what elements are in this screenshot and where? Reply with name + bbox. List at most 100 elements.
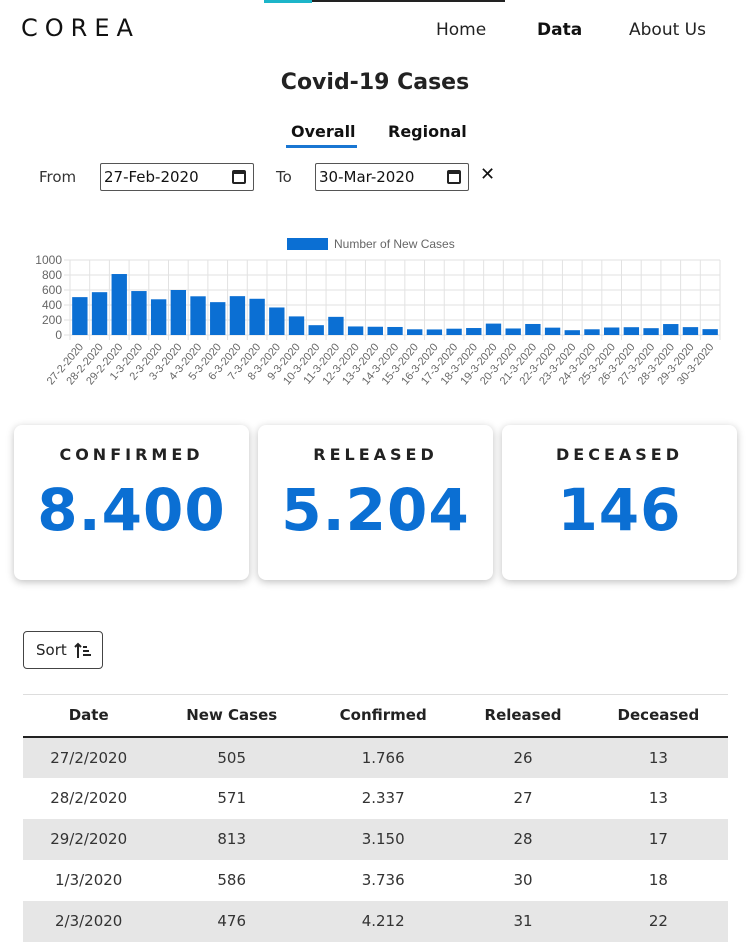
cell-new-cases: 586 (217, 871, 247, 889)
nav-data[interactable]: Data (537, 20, 582, 40)
card-value: 5.204 (281, 476, 470, 544)
bar (702, 329, 718, 335)
cases-table: Date New Cases Confirmed Released Deceas… (23, 694, 728, 942)
table-row: 2/3/2020 476 4.212 31 22 (23, 900, 728, 942)
cell-deceased: 22 (588, 900, 728, 942)
y-tick-label: 200 (42, 313, 62, 327)
nav-home[interactable]: Home (436, 20, 486, 40)
col-released[interactable]: Released (457, 694, 589, 738)
bar (210, 302, 226, 335)
y-tick-label: 400 (42, 298, 62, 312)
bar (328, 316, 344, 335)
bar (308, 325, 324, 335)
cell-deceased: 13 (588, 736, 728, 778)
bar (72, 297, 88, 335)
from-label: From (39, 168, 77, 186)
y-tick-label: 600 (42, 283, 62, 297)
card-released: RELEASED 5.204 (258, 425, 493, 580)
card-label: RELEASED (313, 445, 438, 464)
calendar-icon[interactable] (232, 170, 246, 184)
cell-new-cases: 476 (154, 900, 310, 942)
chart-svg: Number of New Cases0200400600800100027-2… (35, 237, 721, 387)
bar (170, 290, 187, 335)
bar (485, 323, 502, 335)
brand-logo[interactable]: COREA (21, 14, 140, 42)
cell-date: 2/3/2020 (23, 900, 155, 942)
page-title: Covid-19 Cases (280, 70, 470, 95)
tab-regional[interactable]: Regional (388, 122, 467, 145)
bar (347, 326, 364, 335)
table-row: 27/2/2020 505 1.766 26 13 (23, 736, 728, 778)
cell-released: 27 (513, 789, 533, 807)
cell-date: 1/3/2020 (54, 871, 123, 889)
bar (682, 327, 699, 335)
tab-overall[interactable]: Overall (286, 122, 357, 148)
cell-confirmed: 3.150 (309, 818, 458, 860)
sort-icon (74, 642, 91, 658)
legend-swatch (287, 238, 328, 250)
bar (623, 327, 640, 335)
clear-filter-icon[interactable]: ✕ (480, 164, 495, 185)
nav-about-us[interactable]: About Us (629, 20, 706, 40)
bar (367, 326, 383, 335)
bar (446, 328, 462, 335)
card-label: CONFIRMED (59, 445, 204, 464)
cell-released: 26 (457, 736, 589, 778)
cell-confirmed: 4.212 (309, 900, 458, 942)
cell-confirmed: 3.736 (361, 871, 405, 889)
to-date-input[interactable]: 30-Mar-2020 (315, 163, 469, 191)
cell-new-cases: 571 (217, 789, 247, 807)
bar (544, 327, 561, 335)
card-deceased: DECEASED 146 (502, 425, 737, 580)
new-cases-chart: Number of New Cases 0 200 400 600 800 1000 27-2… (0, 225, 750, 405)
cell-date: 28/2/2020 (50, 789, 128, 807)
bar (269, 307, 285, 335)
summary-cards: CONFIRMED 8.400 RELEASED 5.204 DECEASED … (0, 425, 750, 580)
bar (564, 330, 580, 335)
cell-confirmed: 1.766 (309, 736, 458, 778)
bar (663, 324, 679, 335)
cell-deceased: 13 (648, 789, 668, 807)
col-confirmed[interactable]: Confirmed (309, 694, 458, 738)
bar (190, 296, 206, 335)
navbar: COREA Home Data About Us (0, 0, 750, 62)
bar (387, 326, 403, 335)
cell-released: 31 (457, 900, 589, 942)
cell-deceased: 17 (588, 818, 728, 860)
sort-button[interactable]: Sort (23, 631, 103, 669)
col-new-cases[interactable]: New Cases (154, 694, 310, 738)
y-tick-label: 0 (55, 328, 62, 342)
bar (466, 328, 482, 335)
bar (603, 327, 620, 335)
card-confirmed: CONFIRMED 8.400 (14, 425, 249, 580)
col-deceased[interactable]: Deceased (588, 694, 728, 738)
card-value: 8.400 (37, 476, 226, 544)
table-row: 1/3/2020 586 3.736 30 18 (23, 860, 728, 901)
bar (150, 299, 167, 335)
bar (643, 328, 659, 335)
cell-date: 27/2/2020 (23, 736, 155, 778)
calendar-icon[interactable] (447, 170, 461, 184)
to-date-value: 30-Mar-2020 (319, 168, 415, 186)
bar (229, 296, 246, 335)
bar (131, 291, 147, 335)
cell-date: 29/2/2020 (23, 818, 155, 860)
from-date-input[interactable]: 27-Feb-2020 (100, 163, 254, 191)
cell-released: 30 (513, 871, 533, 889)
y-tick-label: 800 (42, 268, 62, 282)
bar (407, 329, 423, 335)
y-tick-label: 1000 (35, 253, 62, 267)
bar (91, 292, 108, 335)
bar (288, 316, 305, 335)
cell-new-cases: 505 (154, 736, 310, 778)
cell-new-cases: 813 (154, 818, 310, 860)
col-date[interactable]: Date (23, 694, 155, 738)
card-value: 146 (557, 476, 682, 544)
cell-released: 28 (457, 818, 589, 860)
cell-confirmed: 2.337 (361, 789, 405, 807)
bar (505, 328, 521, 335)
bar (249, 298, 265, 335)
to-label: To (276, 168, 292, 186)
sort-label: Sort (36, 641, 67, 659)
table-row: 28/2/2020 571 2.337 27 13 (23, 778, 728, 819)
